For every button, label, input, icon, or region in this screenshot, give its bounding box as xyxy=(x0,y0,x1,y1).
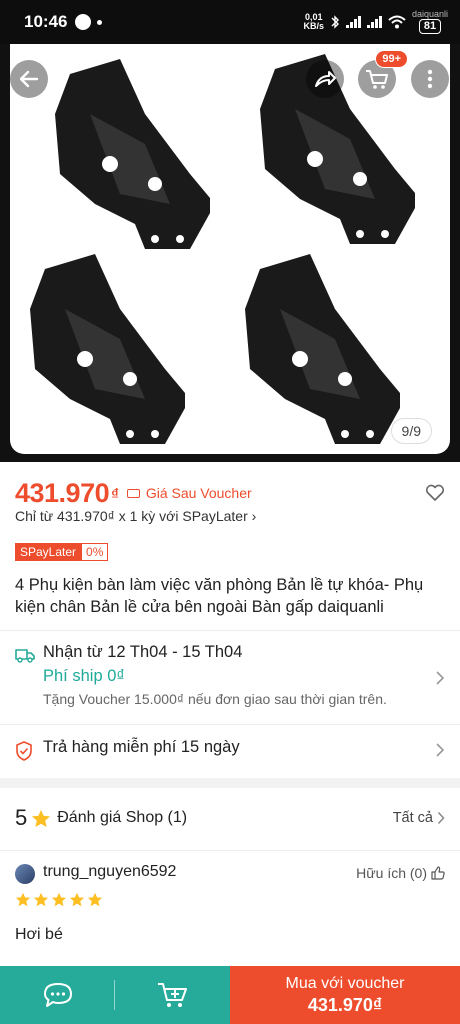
image-counter: 9/9 xyxy=(390,418,432,444)
thumbs-up-icon xyxy=(431,866,445,880)
product-image-gallery[interactable]: 9/9 99+ xyxy=(0,44,460,462)
divider xyxy=(0,724,460,725)
cart-icon xyxy=(366,70,388,89)
cart-badge: 99+ xyxy=(375,50,408,68)
chat-button[interactable] xyxy=(0,966,115,1024)
free-returns-row[interactable]: Trả hàng miễn phí 15 ngày xyxy=(15,738,445,764)
ticket-icon xyxy=(126,488,140,498)
more-options-button[interactable] xyxy=(411,60,449,98)
heart-icon[interactable] xyxy=(425,484,445,502)
network-speed: 0,01 KB/s xyxy=(303,12,324,31)
share-button[interactable] xyxy=(306,60,344,98)
status-bar: 10:46 0,01 KB/s daiquanli 81 xyxy=(0,0,460,44)
truck-icon xyxy=(15,649,35,663)
helpful-label: Hữu ích (0) xyxy=(356,865,427,881)
hinge-image-3 xyxy=(30,254,185,444)
review-comment: Hơi bé xyxy=(15,926,63,943)
bottom-action-bar: Mua với voucher 431.970₫ xyxy=(0,966,460,1024)
wifi-icon xyxy=(388,15,406,29)
chevron-right-icon: › xyxy=(251,508,257,524)
spaylater-rate: 0% xyxy=(81,543,109,561)
chevron-right-icon xyxy=(436,671,445,685)
divider xyxy=(0,850,460,851)
buy-price: 431.970₫ xyxy=(307,994,383,1015)
review-item: trung_nguyen6592 Hữu ích (0) Hơi bé xyxy=(15,860,445,950)
divider xyxy=(0,630,460,631)
buy-with-voucher-button[interactable]: Mua với voucher 431.970₫ xyxy=(230,966,460,1024)
spaylater-name: SPayLater xyxy=(15,543,82,561)
delivery-date: Nhận từ 12 Th04 - 15 Th04 xyxy=(43,643,243,661)
hinge-image-1 xyxy=(55,59,210,249)
product-title: 4 Phụ kiện bàn làm việc văn phòng Bản lề… xyxy=(15,576,424,616)
chevron-right-icon xyxy=(437,811,445,825)
cart-button[interactable]: 99+ xyxy=(358,50,408,98)
star-icon xyxy=(87,892,103,907)
chat-icon xyxy=(43,983,72,1007)
price-value: 431.970 xyxy=(15,477,110,508)
notification-dot-icon xyxy=(97,19,103,25)
shield-check-icon xyxy=(16,741,32,761)
shipping-row[interactable]: Nhận từ 12 Th04 - 15 Th04 Phí ship 0₫ Tặ… xyxy=(15,643,445,715)
star-icon xyxy=(32,809,51,827)
helpful-button[interactable]: Hữu ích (0) xyxy=(356,865,445,881)
product-image[interactable]: 9/9 xyxy=(10,44,450,454)
chevron-right-icon xyxy=(436,743,445,757)
status-time: 10:46 xyxy=(24,12,68,31)
shipping-fee: Phí ship 0₫ xyxy=(43,667,125,685)
add-to-cart-button[interactable] xyxy=(115,966,230,1024)
carrier-label: daiquanli xyxy=(411,8,448,19)
installment-text: Chỉ từ 431.970₫ x 1 kỳ với SPayLater xyxy=(15,508,248,524)
avatar xyxy=(15,864,35,884)
back-arrow-icon xyxy=(19,70,39,88)
shipping-voucher-note: Tặng Voucher 15.000₫ nếu đơn giao sau th… xyxy=(43,691,387,707)
free-returns-text: Trả hàng miễn phí 15 ngày xyxy=(43,738,240,756)
see-all-link[interactable]: Tất cả xyxy=(393,810,445,826)
shop-rating-header: 5 Đánh giá Shop (1) Tất cả xyxy=(15,803,445,833)
star-icon xyxy=(33,892,49,907)
price-currency: ₫ xyxy=(111,486,119,503)
voucher-price-label: Giá Sau Voucher xyxy=(145,485,252,501)
review-stars xyxy=(15,892,103,907)
section-separator xyxy=(0,778,460,788)
rating-score: 5 xyxy=(15,805,28,830)
signal-2-icon xyxy=(366,16,382,28)
messenger-icon xyxy=(75,14,92,30)
buy-label: Mua với voucher xyxy=(285,974,405,992)
signal-1-icon xyxy=(345,16,361,28)
voucher-price-tag[interactable]: Giá Sau Voucher xyxy=(126,485,252,501)
star-icon xyxy=(15,892,31,907)
star-icon xyxy=(69,892,85,907)
bluetooth-icon xyxy=(331,15,339,29)
hinge-image-4 xyxy=(245,254,400,444)
see-all-label: Tất cả xyxy=(392,810,433,826)
spaylater-badge: SPayLater 0% xyxy=(15,543,109,561)
share-icon xyxy=(315,71,336,87)
installment-link[interactable]: Chỉ từ 431.970₫ x 1 kỳ với SPayLater › xyxy=(15,508,256,524)
back-button[interactable] xyxy=(10,60,48,98)
review-username: trung_nguyen6592 xyxy=(43,863,177,880)
price-row: 431.970 ₫ Giá Sau Voucher xyxy=(15,476,445,510)
add-to-cart-icon xyxy=(157,983,187,1007)
battery-indicator: 81 xyxy=(418,18,442,34)
shop-rating-label: Đánh giá Shop (1) xyxy=(57,809,188,826)
star-icon xyxy=(51,892,67,907)
more-vertical-icon xyxy=(427,69,433,89)
